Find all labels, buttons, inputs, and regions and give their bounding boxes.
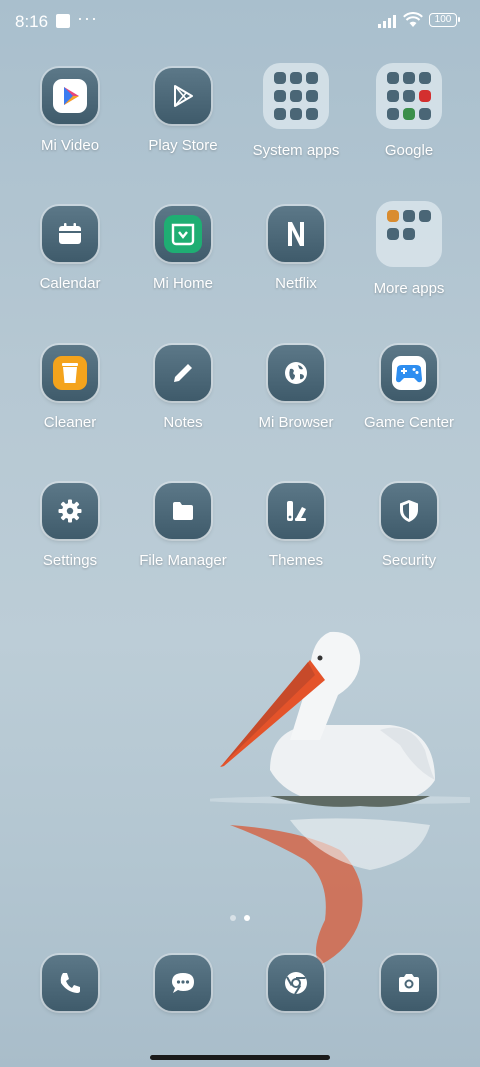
mi-video-icon: [42, 68, 98, 124]
notification-icon: [56, 14, 70, 28]
app-notes[interactable]: Notes: [127, 345, 239, 431]
app-label: Themes: [268, 552, 324, 569]
app-game-center[interactable]: Game Center: [353, 345, 465, 431]
themes-icon: [268, 483, 324, 539]
wifi-icon: [403, 12, 423, 27]
folder-file-icon: [155, 483, 211, 539]
dock-camera[interactable]: [353, 955, 465, 1011]
app-label: Mi Browser: [258, 414, 334, 431]
folder-google[interactable]: Google: [353, 63, 465, 159]
pencil-icon: [155, 345, 211, 401]
signal-icon: [378, 15, 396, 28]
page-indicator: [0, 908, 480, 926]
app-label: Security: [381, 552, 437, 569]
app-label: Play Store: [148, 137, 218, 154]
app-calendar[interactable]: Calendar: [14, 206, 126, 292]
app-label: Calendar: [39, 275, 101, 292]
folder-system-apps[interactable]: System apps: [240, 63, 352, 159]
app-security[interactable]: Security: [353, 483, 465, 569]
folder-icon: [376, 63, 442, 129]
phone-icon: [42, 955, 98, 1011]
globe-icon: [268, 345, 324, 401]
app-file-manager[interactable]: File Manager: [127, 483, 239, 569]
battery-icon: 100: [429, 13, 460, 27]
app-label: System apps: [252, 142, 340, 159]
gamepad-icon: [381, 345, 437, 401]
home-gesture-bar[interactable]: [150, 1055, 330, 1060]
more-notifications-icon: ···: [77, 8, 98, 28]
app-mi-video[interactable]: Mi Video: [14, 68, 126, 154]
app-mi-browser[interactable]: Mi Browser: [240, 345, 352, 431]
dock-chrome[interactable]: [240, 955, 352, 1011]
app-settings[interactable]: Settings: [14, 483, 126, 569]
app-label: Mi Home: [152, 275, 213, 292]
app-label: Cleaner: [43, 414, 97, 431]
app-netflix[interactable]: Netflix: [240, 206, 352, 292]
page-dot: [230, 915, 236, 921]
app-mi-home[interactable]: Mi Home: [127, 206, 239, 292]
mi-home-icon: [155, 206, 211, 262]
dock-phone[interactable]: [14, 955, 126, 1011]
gear-icon: [42, 483, 98, 539]
folder-more-apps[interactable]: More apps: [353, 201, 465, 297]
chrome-icon: [268, 955, 324, 1011]
wallpaper-pelican: [210, 631, 470, 965]
calendar-icon: [42, 206, 98, 262]
app-label: File Manager: [139, 552, 227, 569]
camera-icon: [381, 955, 437, 1011]
app-label: Settings: [42, 552, 98, 569]
shield-icon: [381, 483, 437, 539]
app-play-store[interactable]: Play Store: [127, 68, 239, 154]
folder-icon: [376, 201, 442, 267]
page-dot-active: [244, 915, 250, 921]
app-label: Notes: [163, 414, 203, 431]
status-bar: 8:16 ··· 100: [0, 0, 480, 42]
trash-icon: [42, 345, 98, 401]
folder-icon: [263, 63, 329, 129]
app-cleaner[interactable]: Cleaner: [14, 345, 126, 431]
app-label: Netflix: [275, 275, 317, 292]
status-time: 8:16: [15, 12, 49, 31]
app-themes[interactable]: Themes: [240, 483, 352, 569]
message-icon: [155, 955, 211, 1011]
app-label: Game Center: [363, 414, 455, 431]
play-store-icon: [155, 68, 211, 124]
netflix-icon: [268, 206, 324, 262]
app-label: Mi Video: [40, 137, 100, 154]
app-label: Google: [384, 142, 434, 159]
app-label: More apps: [373, 280, 445, 297]
dock-messages[interactable]: [127, 955, 239, 1011]
